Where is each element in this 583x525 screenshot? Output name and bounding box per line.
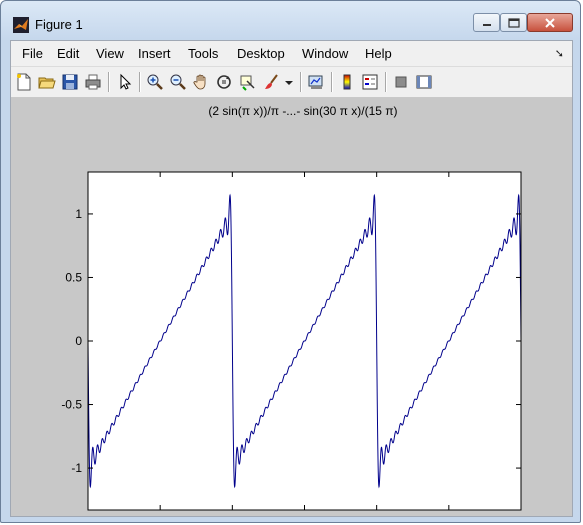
save-icon[interactable]: [60, 72, 80, 92]
menu-file[interactable]: File: [22, 46, 43, 61]
show-plot-tools-icon[interactable]: [414, 72, 434, 92]
toolbar-separator: [385, 72, 387, 92]
y-tick-label: 0.5: [65, 270, 82, 284]
window-title: Figure 1: [35, 17, 83, 32]
menu-view[interactable]: View: [96, 46, 124, 61]
link-plot-icon[interactable]: [306, 72, 326, 92]
colorbar-icon[interactable]: [337, 72, 357, 92]
y-tick-label: 0: [75, 334, 82, 348]
matlab-logo-icon: [13, 17, 29, 33]
minimize-button[interactable]: [473, 13, 500, 32]
brush-dropdown-icon[interactable]: [283, 72, 295, 92]
y-tick-label: -1: [71, 461, 82, 475]
menu-tools[interactable]: Tools: [188, 46, 218, 61]
chart-title: (2 sin(π x))/π -...- sin(30 π x)/(15 π): [208, 104, 397, 118]
open-file-icon[interactable]: [37, 72, 57, 92]
select-arrow-icon[interactable]: [115, 72, 135, 92]
toolbar-separator: [300, 72, 302, 92]
dock-arrow-icon[interactable]: ➘: [555, 47, 564, 60]
title-bar[interactable]: Figure 1: [1, 1, 580, 37]
hide-plot-tools-icon[interactable]: [391, 72, 411, 92]
pan-hand-icon[interactable]: [191, 72, 211, 92]
print-icon[interactable]: [83, 72, 103, 92]
data-cursor-icon[interactable]: [237, 72, 257, 92]
y-tick-label: -0.5: [61, 398, 82, 412]
menu-window[interactable]: Window: [302, 46, 348, 61]
menu-bar: File Edit View Insert Tools Desktop Wind…: [11, 41, 572, 65]
toolbar-separator: [331, 72, 333, 92]
figure-toolbar: [11, 66, 572, 98]
zoom-out-icon[interactable]: [168, 72, 188, 92]
menu-desktop[interactable]: Desktop: [237, 46, 285, 61]
close-button[interactable]: [527, 13, 573, 32]
y-tick-label: 1: [75, 207, 82, 221]
menu-edit[interactable]: Edit: [57, 46, 79, 61]
rotate-3d-icon[interactable]: [214, 72, 234, 92]
figure-window: Figure 1 File Edit View Insert Tools Des…: [0, 0, 581, 523]
brush-icon[interactable]: [262, 72, 282, 92]
toolbar-separator: [108, 72, 110, 92]
toolbar-separator: [139, 72, 141, 92]
maximize-button[interactable]: [500, 13, 527, 32]
new-figure-icon[interactable]: [14, 72, 34, 92]
plot-area: (2 sin(π x))/π -...- sin(30 π x)/(15 π) …: [61, 104, 524, 522]
figure-client-area: File Edit View Insert Tools Desktop Wind…: [10, 40, 573, 522]
zoom-in-icon[interactable]: [145, 72, 165, 92]
menu-insert[interactable]: Insert: [138, 46, 171, 61]
figure-canvas: (2 sin(π x))/π -...- sin(30 π x)/(15 π) …: [11, 98, 572, 522]
legend-icon[interactable]: [360, 72, 380, 92]
menu-help[interactable]: Help: [365, 46, 392, 61]
